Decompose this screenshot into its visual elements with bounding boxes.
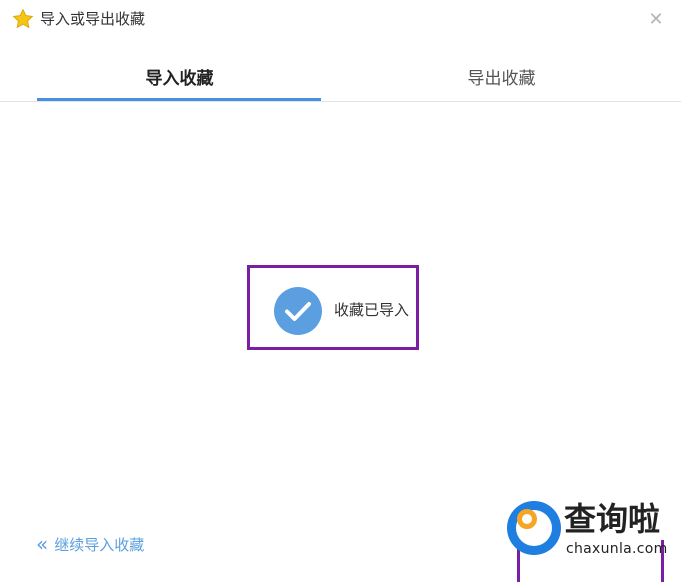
tab-export-favorites[interactable]: 导出收藏	[360, 66, 643, 92]
watermark-brand: 查询啦	[564, 500, 661, 538]
magnifier-logo-icon	[507, 501, 561, 555]
continue-import-label: 继续导入收藏	[54, 535, 145, 554]
active-tab-indicator	[37, 98, 321, 101]
watermark-logo: 查询啦 chaxunla.com	[500, 496, 676, 566]
double-chevron-left-icon: «	[36, 532, 49, 556]
check-circle-icon	[274, 287, 322, 335]
watermark-domain: chaxunla.com	[566, 541, 668, 557]
continue-import-link[interactable]: « 继续导入收藏	[36, 533, 144, 555]
star-icon	[12, 8, 34, 30]
close-icon[interactable]: ✕	[646, 9, 666, 30]
window-title: 导入或导出收藏	[40, 10, 146, 28]
import-success-message: 收藏已导入	[334, 301, 410, 319]
tab-import-favorites[interactable]: 导入收藏	[38, 66, 321, 92]
title-bar: 导入或导出收藏 ✕	[0, 0, 681, 40]
tab-bar: 导入收藏 导出收藏	[0, 58, 681, 102]
import-result-panel: 收藏已导入	[247, 265, 419, 350]
